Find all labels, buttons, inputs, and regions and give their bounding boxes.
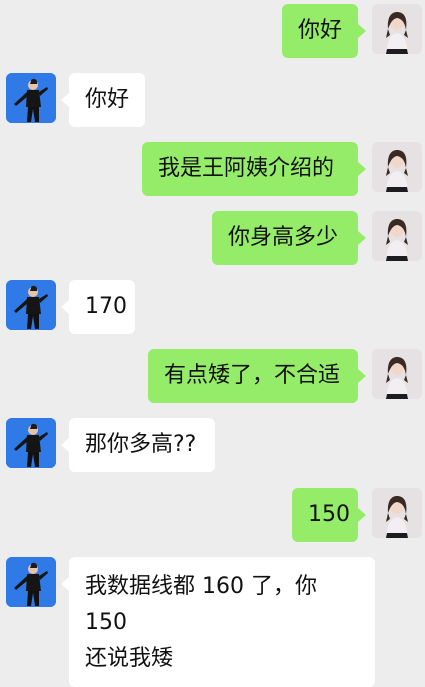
bubble-tail xyxy=(358,24,366,38)
girl-avatar-icon[interactable] xyxy=(372,349,422,399)
bubble-tail xyxy=(61,93,69,107)
message-bubble-incoming[interactable]: 那你多高?? xyxy=(69,418,215,472)
bubble-tail xyxy=(358,508,366,522)
bubble-tail xyxy=(61,438,69,452)
message-bubble-outgoing[interactable]: 150 xyxy=(292,488,358,542)
girl-avatar-icon[interactable] xyxy=(372,488,422,538)
girl-avatar-icon[interactable] xyxy=(372,142,422,192)
message-bubble-outgoing[interactable]: 我是王阿姨介绍的 xyxy=(142,142,358,196)
boy-avatar-icon[interactable] xyxy=(6,73,56,123)
message-text: 我是王阿姨介绍的 xyxy=(158,156,335,181)
girl-avatar-icon[interactable] xyxy=(372,4,422,54)
message-text: 你身高多少 xyxy=(228,225,339,250)
boy-avatar-icon[interactable] xyxy=(6,280,56,330)
message-text-line: 还说我矮 xyxy=(85,646,174,671)
message-text: 150 xyxy=(308,502,350,527)
message-bubble-outgoing[interactable]: 有点矮了，不合适 xyxy=(148,349,358,403)
message-text: 170 xyxy=(85,294,127,319)
bubble-tail xyxy=(61,300,69,314)
message-text: 有点矮了，不合适 xyxy=(164,363,341,388)
bubble-tail xyxy=(358,231,366,245)
bubble-tail xyxy=(358,369,366,383)
girl-avatar-icon[interactable] xyxy=(372,211,422,261)
boy-avatar-icon[interactable] xyxy=(6,557,56,607)
bubble-tail xyxy=(358,162,366,176)
message-text-line: 我数据线都 160 了，你 150 xyxy=(85,574,317,635)
message-bubble-outgoing[interactable]: 你好 xyxy=(282,4,358,58)
message-bubble-incoming[interactable]: 170 xyxy=(69,280,135,334)
boy-avatar-icon[interactable] xyxy=(6,418,56,468)
message-bubble-incoming[interactable]: 你好 xyxy=(69,73,145,127)
chat-area: 你好 你好 我是王阿姨介绍的 你身高多少 170 有点矮了，不合适 那你多高??… xyxy=(0,0,425,687)
message-text: 你好 xyxy=(85,87,130,112)
message-text: 那你多高?? xyxy=(85,432,197,457)
message-bubble-outgoing[interactable]: 你身高多少 xyxy=(212,211,358,265)
bubble-tail xyxy=(61,577,69,591)
message-text: 你好 xyxy=(298,18,343,43)
message-bubble-incoming[interactable]: 我数据线都 160 了，你 150 还说我矮 xyxy=(69,557,375,687)
